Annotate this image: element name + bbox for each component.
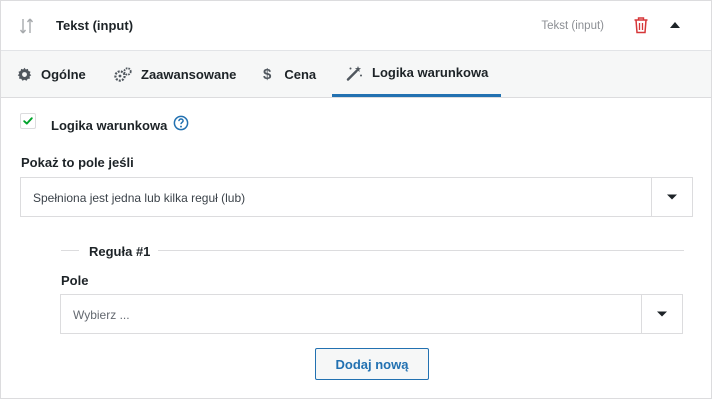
sort-arrows-icon[interactable] xyxy=(19,17,35,35)
gear-icon xyxy=(17,67,32,81)
tab-conditional-logic[interactable]: Logika warunkowa xyxy=(332,51,501,97)
question-circle-icon[interactable] xyxy=(173,115,189,131)
add-rule-button[interactable]: Dodaj nową xyxy=(315,348,429,380)
rule-field-label: Pole xyxy=(61,273,89,288)
dropdown-toggle[interactable] xyxy=(641,295,682,333)
tab-general[interactable]: Ogólne xyxy=(17,51,86,97)
tab-bar: Ogólne Zaawansowane $ Cena Logika warunk… xyxy=(1,51,711,98)
show-if-value: Spełniona jest jedna lub kilka reguł (lu… xyxy=(33,191,246,205)
show-if-label: Pokaż to pole jeśli xyxy=(21,155,134,170)
rule-field-placeholder: Wybierz ... xyxy=(73,308,130,322)
rule-divider xyxy=(158,250,684,251)
conditional-logic-label: Logika warunkowa xyxy=(51,118,168,133)
tab-label: Zaawansowane xyxy=(141,66,237,82)
dropdown-toggle[interactable] xyxy=(651,178,692,216)
tab-label: Cena xyxy=(284,66,317,82)
rule-title: Reguła #1 xyxy=(89,244,151,259)
rule-field-select[interactable]: Wybierz ... xyxy=(60,294,683,334)
field-header[interactable]: Tekst (input) Tekst (input) xyxy=(1,1,711,51)
trash-icon[interactable] xyxy=(633,16,649,34)
tab-label: Ogólne xyxy=(41,66,86,82)
tab-label: Logika warunkowa xyxy=(372,65,489,80)
tab-price[interactable]: $ Cena xyxy=(263,51,316,97)
checkmark-icon xyxy=(23,117,33,125)
field-title: Tekst (input) xyxy=(56,18,134,33)
caret-down-icon xyxy=(657,311,667,317)
dollar-icon: $ xyxy=(263,65,272,83)
rule-divider xyxy=(61,250,79,251)
show-if-select[interactable]: Spełniona jest jedna lub kilka reguł (lu… xyxy=(20,177,693,217)
field-panel: Tekst (input) Tekst (input) Ogólne Zaawa… xyxy=(0,0,712,399)
magic-wand-icon xyxy=(346,65,362,81)
conditional-logic-checkbox[interactable] xyxy=(20,113,36,129)
tab-advanced[interactable]: Zaawansowane xyxy=(114,51,236,97)
field-type-label: Tekst (input) xyxy=(541,20,604,32)
gears-icon xyxy=(114,66,132,82)
caret-up-icon[interactable] xyxy=(668,19,682,31)
caret-down-icon xyxy=(667,194,677,200)
